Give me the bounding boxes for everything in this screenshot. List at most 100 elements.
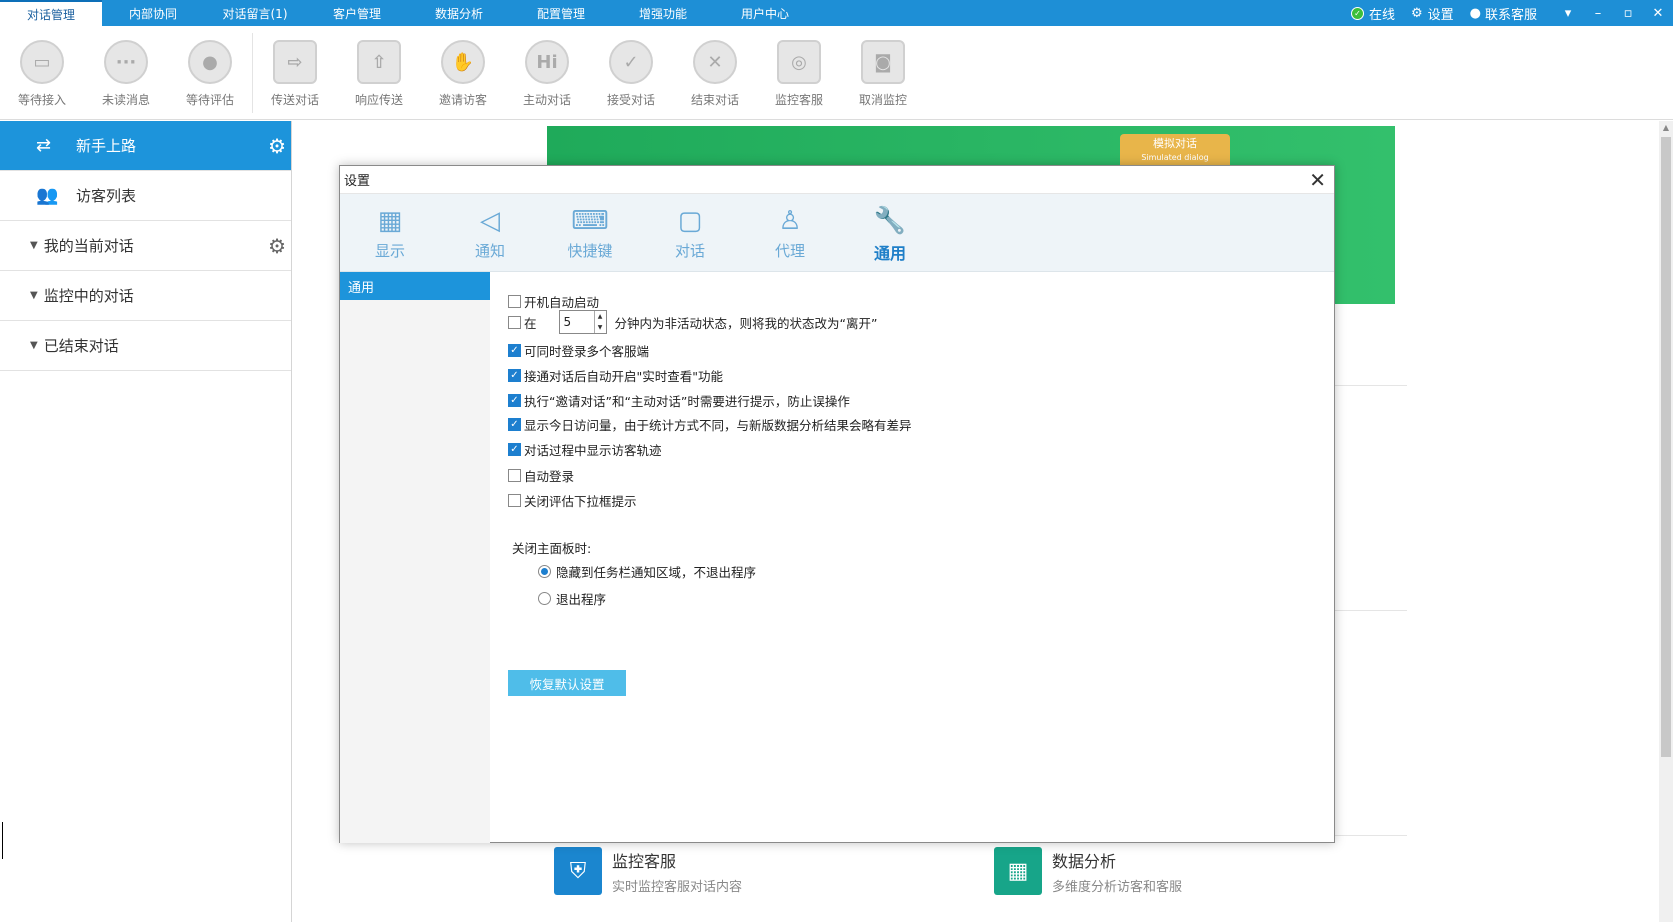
check-icon: ✓ bbox=[609, 40, 653, 84]
dropdown-icon[interactable]: ▾ bbox=[1553, 6, 1583, 21]
option-auto-login[interactable]: 自动登录 bbox=[508, 466, 574, 485]
chat-bubble-icon: ▢ bbox=[677, 206, 703, 236]
sidebar-group-ended-chats[interactable]: ▼ 已结束对话 bbox=[0, 321, 291, 371]
tab-internal-collab[interactable]: 内部协同 bbox=[102, 0, 204, 26]
tool-invite-visitor[interactable]: ✋ 邀请访客 bbox=[421, 26, 505, 120]
status-online-button[interactable]: ✓ 在线 bbox=[1350, 4, 1395, 23]
option-multi-login[interactable]: ✓ 可同时登录多个客服端 bbox=[508, 341, 649, 360]
binoculars-icon: ◎ bbox=[777, 40, 821, 84]
tool-active-chat[interactable]: Hi 主动对话 bbox=[505, 26, 589, 120]
tool-cancel-monitor[interactable]: ◙ 取消监控 bbox=[841, 26, 925, 120]
option-confirm-invite[interactable]: ✓ 执行“邀请对话”和“主动对话”时需要进行提示，防止误操作 bbox=[508, 391, 850, 410]
option-idle-status: 在 5 ▲ ▼ 分钟内为非活动状态，则将我的状态改为“离开” bbox=[508, 310, 877, 334]
tab-chat[interactable]: ▢ 对话 bbox=[640, 194, 740, 271]
idle-status-checkbox[interactable] bbox=[508, 315, 521, 329]
main-scrollbar[interactable]: ▲ bbox=[1659, 121, 1673, 922]
user-add-icon: ♙ bbox=[778, 206, 802, 236]
feature-data-analysis[interactable]: ▦ 数据分析 多维度分析访客和客服 bbox=[994, 847, 1182, 895]
spin-up-icon[interactable]: ▲ bbox=[595, 311, 606, 322]
close-icon[interactable]: ✕ bbox=[1309, 168, 1326, 192]
tool-waiting-access[interactable]: ▭ 等待接入 bbox=[0, 26, 84, 120]
tool-accept-chat[interactable]: ✓ 接受对话 bbox=[589, 26, 673, 120]
tab-data-analysis[interactable]: 数据分析 bbox=[408, 0, 510, 26]
response-transfer-icon: ⇧ bbox=[357, 40, 401, 84]
text-cursor bbox=[2, 822, 3, 859]
sidebar-group-current-chats[interactable]: ▼ 我的当前对话 ⚙ bbox=[0, 221, 291, 271]
chart-magnifier-icon: ▦ bbox=[994, 847, 1042, 895]
tool-monitor-agent[interactable]: ◎ 监控客服 bbox=[757, 26, 841, 120]
main-toolbar: ▭ 等待接入 ··· 未读消息 ● 等待评估 ⇨ 传送对话 ⇧ 响应传送 ✋ 邀请访客 Hi… bbox=[0, 26, 1673, 120]
hide-to-tray-radio[interactable] bbox=[538, 565, 551, 578]
gear-icon[interactable]: ⚙ bbox=[268, 234, 286, 258]
shield-user-icon: ⛨ bbox=[554, 847, 602, 895]
sidebar-item-visitor-list[interactable]: 👥 访客列表 bbox=[0, 171, 291, 221]
tab-general[interactable]: 🔧 通用 bbox=[840, 194, 940, 271]
unread-message-icon: ··· bbox=[104, 40, 148, 84]
tab-user-center[interactable]: 用户中心 bbox=[714, 0, 816, 26]
tool-end-chat[interactable]: ✕ 结束对话 bbox=[673, 26, 757, 120]
feature-monitor-agent[interactable]: ⛨ 监控客服 实时监控客服对话内容 bbox=[554, 847, 742, 895]
option-close-rating-dropdown[interactable]: 关闭评估下拉框提示 bbox=[508, 491, 637, 510]
status-label: 在线 bbox=[1368, 7, 1395, 23]
option-show-visits[interactable]: ✓ 显示今日访问量，由于统计方式不同，与新版数据分析结果会略有差异 bbox=[508, 415, 912, 434]
sidebar-group-monitoring-chats[interactable]: ▼ 监控中的对话 bbox=[0, 271, 291, 321]
scrollbar-thumb[interactable] bbox=[1661, 137, 1671, 757]
settings-nav: 通用 bbox=[340, 272, 490, 843]
show-visits-checkbox[interactable]: ✓ bbox=[508, 418, 521, 431]
exit-program-radio[interactable] bbox=[538, 592, 551, 605]
tool-waiting-rating[interactable]: ● 等待评估 bbox=[168, 26, 252, 120]
radio-exit-program[interactable]: 退出程序 bbox=[538, 589, 606, 608]
tool-transfer-chat[interactable]: ⇨ 传送对话 bbox=[253, 26, 337, 120]
close-panel-label: 关闭主面板时: bbox=[512, 541, 592, 556]
tab-enhanced-features[interactable]: 增强功能 bbox=[612, 0, 714, 26]
binoculars-cancel-icon: ◙ bbox=[861, 40, 905, 84]
radio-hide-to-tray[interactable]: 隐藏到任务栏通知区域，不退出程序 bbox=[538, 562, 756, 581]
top-right-controls: ✓ 在线 ⚙ 设置 ● 联系客服 ▾ – ▫ ✕ bbox=[1350, 0, 1673, 26]
confirm-invite-checkbox[interactable]: ✓ bbox=[508, 394, 521, 407]
settings-label: 设置 bbox=[1427, 7, 1454, 23]
tab-conversation-management[interactable]: 对话管理 bbox=[0, 0, 102, 26]
tab-display[interactable]: ▦ 显示 bbox=[340, 194, 440, 271]
close-icon[interactable]: ✕ bbox=[1643, 6, 1673, 21]
option-realtime-view[interactable]: ✓ 接通对话后自动开启"实时查看"功能 bbox=[508, 366, 723, 385]
hi-bubble-icon: Hi bbox=[525, 40, 569, 84]
tab-messages[interactable]: 对话留言(1) bbox=[204, 0, 306, 26]
invite-hand-icon: ✋ bbox=[441, 40, 485, 84]
scroll-up-icon[interactable]: ▲ bbox=[1659, 123, 1673, 132]
tab-agent[interactable]: ♙ 代理 bbox=[740, 194, 840, 271]
option-show-trail[interactable]: ✓ 对话过程中显示访客轨迹 bbox=[508, 440, 662, 459]
autostart-checkbox[interactable] bbox=[508, 295, 521, 308]
tab-shortcuts[interactable]: ⌨ 快捷键 bbox=[540, 194, 640, 271]
multi-login-checkbox[interactable]: ✓ bbox=[508, 344, 521, 357]
restore-defaults-button[interactable]: 恢复默认设置 bbox=[508, 670, 626, 696]
speaker-icon: ◁ bbox=[480, 206, 500, 236]
auto-login-checkbox[interactable] bbox=[508, 469, 521, 482]
tab-config-management[interactable]: 配置管理 bbox=[510, 0, 612, 26]
contact-support-button[interactable]: ● 联系客服 bbox=[1470, 4, 1537, 23]
dialog-title-bar: 设置 ✕ bbox=[340, 166, 1334, 194]
rating-wait-icon: ● bbox=[188, 40, 232, 84]
users-icon: 👥 bbox=[36, 185, 59, 206]
option-autostart[interactable]: 开机自动启动 bbox=[508, 292, 599, 311]
tab-customer-management[interactable]: 客户管理 bbox=[306, 0, 408, 26]
settings-button[interactable]: ⚙ 设置 bbox=[1411, 4, 1454, 23]
show-trail-checkbox[interactable]: ✓ bbox=[508, 443, 521, 456]
maximize-icon[interactable]: ▫ bbox=[1613, 6, 1643, 21]
idle-minutes-stepper[interactable]: 5 ▲ ▼ bbox=[558, 310, 607, 334]
chat-wait-icon: ▭ bbox=[20, 40, 64, 84]
tool-unread-messages[interactable]: ··· 未读消息 bbox=[84, 26, 168, 120]
triangle-down-icon: ▼ bbox=[30, 290, 38, 301]
keyboard-icon: ⌨ bbox=[571, 206, 609, 236]
realtime-view-checkbox[interactable]: ✓ bbox=[508, 369, 521, 382]
sidebar-item-getting-started[interactable]: ⇄ 新手上路 ⚙ bbox=[0, 121, 291, 171]
wrench-icon: 🔧 bbox=[873, 206, 907, 236]
grid-icon: ▦ bbox=[377, 206, 403, 236]
spin-down-icon[interactable]: ▼ bbox=[595, 322, 606, 333]
settings-nav-general[interactable]: 通用 bbox=[340, 272, 490, 300]
gear-icon[interactable]: ⚙ bbox=[268, 134, 286, 158]
minimize-icon[interactable]: – bbox=[1583, 6, 1613, 21]
close-rating-dropdown-checkbox[interactable] bbox=[508, 494, 521, 507]
online-check-icon: ✓ bbox=[1350, 6, 1364, 20]
tool-response-transfer[interactable]: ⇧ 响应传送 bbox=[337, 26, 421, 120]
tab-notification[interactable]: ◁ 通知 bbox=[440, 194, 540, 271]
